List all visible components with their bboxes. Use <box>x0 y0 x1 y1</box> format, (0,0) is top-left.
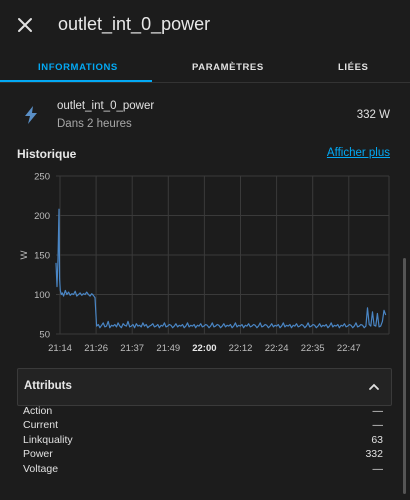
series-line <box>55 208 387 329</box>
active-tab-indicator <box>0 80 152 82</box>
y-tick-label: 200 <box>34 211 50 222</box>
x-tick-label: 22:12 <box>229 343 253 354</box>
tab-bar: INFORMATIONS PARAMÈTRES LIÉES <box>0 52 410 83</box>
attribute-row: Voltage — <box>23 463 383 477</box>
entity-value: 332 W <box>356 109 390 121</box>
attribute-value: — <box>372 463 384 475</box>
attribute-row: Power 332 <box>23 448 383 462</box>
y-axis-label: W <box>19 250 30 259</box>
y-tick-label: 250 <box>34 172 50 183</box>
y-tick-label: 150 <box>34 251 50 262</box>
attribute-key: Power <box>23 448 53 460</box>
attribute-key: Linkquality <box>23 434 73 446</box>
attribute-value: — <box>372 405 384 417</box>
x-tick-label: 22:35 <box>301 343 325 354</box>
attribute-value: 63 <box>371 434 383 446</box>
attribute-value: — <box>372 419 384 431</box>
close-icon[interactable] <box>14 14 36 36</box>
attribute-row: Linkquality 63 <box>23 434 383 448</box>
tab-parametres[interactable]: PARAMÈTRES <box>192 62 264 73</box>
attribute-key: Action <box>23 405 53 417</box>
lightning-bolt-icon <box>25 106 37 124</box>
attributes-panel[interactable]: Attributs <box>17 368 392 406</box>
x-tick-label: 21:49 <box>156 343 180 354</box>
dialog-title: outlet_int_0_power <box>58 14 211 34</box>
tab-informations[interactable]: INFORMATIONS <box>38 62 118 73</box>
attribute-key: Current <box>23 419 59 431</box>
x-tick-label: 22:24 <box>265 343 289 354</box>
entity-subtitle: Dans 2 heures <box>57 118 132 130</box>
scrollbar[interactable] <box>403 258 406 494</box>
entity-row[interactable]: outlet_int_0_power Dans 2 heures 332 W <box>0 96 410 136</box>
attribute-row: Current — <box>23 419 383 433</box>
attribute-value: 332 <box>365 448 383 460</box>
tab-liees[interactable]: LIÉES <box>338 62 368 73</box>
x-tick-label: 22:00 <box>192 343 216 354</box>
x-tick-label: 21:26 <box>84 343 108 354</box>
attribute-row: Action — <box>23 405 383 419</box>
history-chart[interactable]: 50 100 150 200 250 21:14 21:26 21:37 21:49 22:00 2… <box>0 168 410 360</box>
x-tick-label: 21:14 <box>48 343 72 354</box>
x-tick-label: 22:47 <box>337 343 361 354</box>
history-title: Historique <box>17 147 77 161</box>
dialog-header: outlet_int_0_power <box>0 0 410 52</box>
attribute-key: Voltage <box>23 463 59 475</box>
y-tick-label: 50 <box>39 330 50 341</box>
y-tick-label: 100 <box>34 290 50 301</box>
entity-name: outlet_int_0_power <box>57 100 155 112</box>
show-more-link[interactable]: Afficher plus <box>327 147 390 159</box>
x-tick-label: 21:37 <box>120 343 144 354</box>
chevron-up-icon[interactable] <box>367 380 381 394</box>
attributes-title: Attributs <box>24 380 72 392</box>
